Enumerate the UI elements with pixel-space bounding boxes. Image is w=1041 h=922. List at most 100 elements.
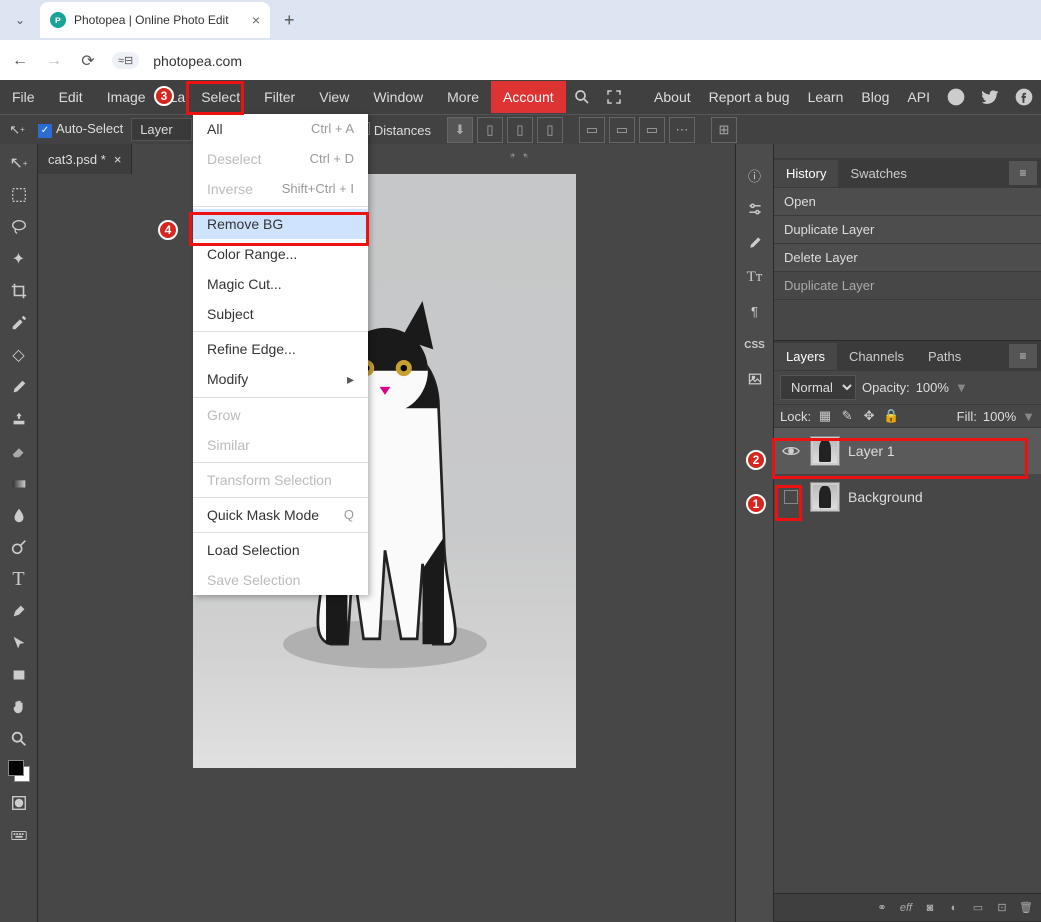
- dd-save-selection[interactable]: Save Selection: [193, 565, 368, 595]
- tool-path-select[interactable]: [4, 628, 34, 658]
- layer-name[interactable]: Background: [848, 489, 923, 505]
- link-api[interactable]: API: [898, 81, 939, 113]
- browser-tab[interactable]: ᴘ Photopea | Online Photo Edit ×: [40, 2, 270, 38]
- document-tab[interactable]: cat3.psd * ×: [38, 144, 132, 174]
- site-info-icon[interactable]: ≈⊟: [112, 52, 139, 69]
- dd-inverse[interactable]: InverseShift+Ctrl + I: [193, 174, 368, 204]
- menu-select[interactable]: Select: [189, 81, 252, 113]
- dd-transform-selection[interactable]: Transform Selection: [193, 465, 368, 495]
- new-layer-icon[interactable]: ⊡: [993, 899, 1011, 917]
- tab-list-dropdown[interactable]: ⌄: [8, 8, 32, 32]
- search-icon[interactable]: [566, 82, 598, 112]
- tool-quickmask[interactable]: [4, 788, 34, 818]
- history-item[interactable]: Open: [774, 188, 1041, 216]
- layer-name[interactable]: Layer 1: [848, 443, 895, 459]
- align-bottom-icon[interactable]: ▭: [639, 117, 665, 143]
- dd-load-selection[interactable]: Load Selection: [193, 535, 368, 565]
- url-text[interactable]: photopea.com: [153, 53, 242, 69]
- adjustment-layer-icon[interactable]: ◐: [945, 899, 963, 917]
- lock-image-icon[interactable]: ✎: [839, 408, 855, 424]
- layer-row[interactable]: Layer 1: [774, 428, 1041, 474]
- link-report-bug[interactable]: Report a bug: [700, 81, 799, 113]
- dd-magic-cut[interactable]: Magic Cut...: [193, 269, 368, 299]
- tool-eyedropper[interactable]: [4, 308, 34, 338]
- panel-menu-icon[interactable]: ≡: [1009, 161, 1037, 185]
- close-icon[interactable]: ×: [114, 152, 122, 167]
- download-icon[interactable]: ⬇: [447, 117, 473, 143]
- tab-close-icon[interactable]: ×: [252, 12, 260, 28]
- delete-layer-icon[interactable]: 🗑: [1017, 899, 1035, 917]
- lock-transparency-icon[interactable]: ▦: [817, 408, 833, 424]
- tool-marquee[interactable]: [4, 180, 34, 210]
- history-item[interactable]: Duplicate Layer: [774, 272, 1041, 300]
- menu-view[interactable]: View: [307, 81, 361, 113]
- dd-quick-mask[interactable]: Quick Mask ModeQ: [193, 500, 368, 530]
- distribute-icon[interactable]: ⋯: [669, 117, 695, 143]
- menu-more[interactable]: More: [435, 81, 491, 113]
- add-mask-icon[interactable]: ◙: [921, 899, 939, 917]
- tool-brush[interactable]: [4, 372, 34, 402]
- brush-panel-icon[interactable]: [740, 228, 770, 258]
- chevron-down-icon[interactable]: ▼: [1022, 409, 1035, 424]
- link-layers-icon[interactable]: ⚭: [873, 899, 891, 917]
- info-icon[interactable]: ⓘ: [740, 160, 770, 190]
- history-item[interactable]: Delete Layer: [774, 244, 1041, 272]
- tool-type[interactable]: T: [4, 564, 34, 594]
- menu-window[interactable]: Window: [361, 81, 435, 113]
- dd-refine-edge[interactable]: Refine Edge...: [193, 334, 368, 364]
- link-blog[interactable]: Blog: [852, 81, 898, 113]
- tool-move[interactable]: ↖+: [4, 148, 34, 178]
- tab-channels[interactable]: Channels: [837, 343, 916, 370]
- tool-heal[interactable]: ◇: [4, 340, 34, 370]
- tool-shape[interactable]: [4, 660, 34, 690]
- fullscreen-icon[interactable]: [598, 82, 630, 112]
- dd-similar[interactable]: Similar: [193, 430, 368, 460]
- opacity-value[interactable]: 100%: [916, 380, 949, 395]
- opt-auto-select[interactable]: ✓Auto-Select: [38, 121, 123, 138]
- tool-crop[interactable]: [4, 276, 34, 306]
- tool-blur[interactable]: [4, 500, 34, 530]
- lock-position-icon[interactable]: ✥: [861, 408, 877, 424]
- tool-zoom[interactable]: [4, 724, 34, 754]
- dd-all[interactable]: AllCtrl + A: [193, 114, 368, 144]
- chevron-down-icon[interactable]: ▼: [955, 380, 968, 395]
- visibility-icon[interactable]: [780, 442, 802, 460]
- tool-lasso[interactable]: [4, 212, 34, 242]
- panel-menu-icon[interactable]: ≡: [1009, 344, 1037, 368]
- align-right-icon[interactable]: ▯: [537, 117, 563, 143]
- new-folder-icon[interactable]: ▭: [969, 899, 987, 917]
- dd-color-range[interactable]: Color Range...: [193, 239, 368, 269]
- align-hcenter-icon[interactable]: ▯: [507, 117, 533, 143]
- dd-grow[interactable]: Grow: [193, 400, 368, 430]
- dd-deselect[interactable]: DeselectCtrl + D: [193, 144, 368, 174]
- layer-effects-icon[interactable]: eff: [897, 899, 915, 917]
- dd-subject[interactable]: Subject: [193, 299, 368, 329]
- menu-file[interactable]: File: [0, 81, 47, 113]
- align-top-icon[interactable]: ▭: [579, 117, 605, 143]
- paragraph-icon[interactable]: ¶: [740, 296, 770, 326]
- facebook-icon[interactable]: [1007, 81, 1041, 113]
- align-vcenter-icon[interactable]: ▭: [609, 117, 635, 143]
- tool-eraser[interactable]: [4, 436, 34, 466]
- menu-account[interactable]: Account: [491, 81, 566, 113]
- tab-history[interactable]: History: [774, 160, 838, 187]
- tab-swatches[interactable]: Swatches: [838, 160, 918, 187]
- opt-layer-dropdown[interactable]: Layer: [131, 118, 192, 141]
- grid-icon[interactable]: ⊞: [711, 117, 737, 143]
- dd-remove-bg[interactable]: Remove BG: [193, 209, 368, 239]
- tab-paths[interactable]: Paths: [916, 343, 973, 370]
- tool-clone-stamp[interactable]: [4, 404, 34, 434]
- layer-row[interactable]: Background: [774, 474, 1041, 520]
- tab-layers[interactable]: Layers: [774, 343, 837, 370]
- link-about[interactable]: About: [645, 81, 700, 113]
- tool-hand[interactable]: [4, 692, 34, 722]
- character-icon[interactable]: Tᴛ: [740, 262, 770, 292]
- tool-gradient[interactable]: [4, 468, 34, 498]
- back-button[interactable]: ←: [10, 52, 30, 70]
- reload-button[interactable]: ⟳: [78, 51, 98, 71]
- image-panel-icon[interactable]: [740, 364, 770, 394]
- color-swatches[interactable]: [8, 760, 30, 782]
- reddit-icon[interactable]: [939, 81, 973, 113]
- tool-dodge[interactable]: [4, 532, 34, 562]
- tool-pen[interactable]: [4, 596, 34, 626]
